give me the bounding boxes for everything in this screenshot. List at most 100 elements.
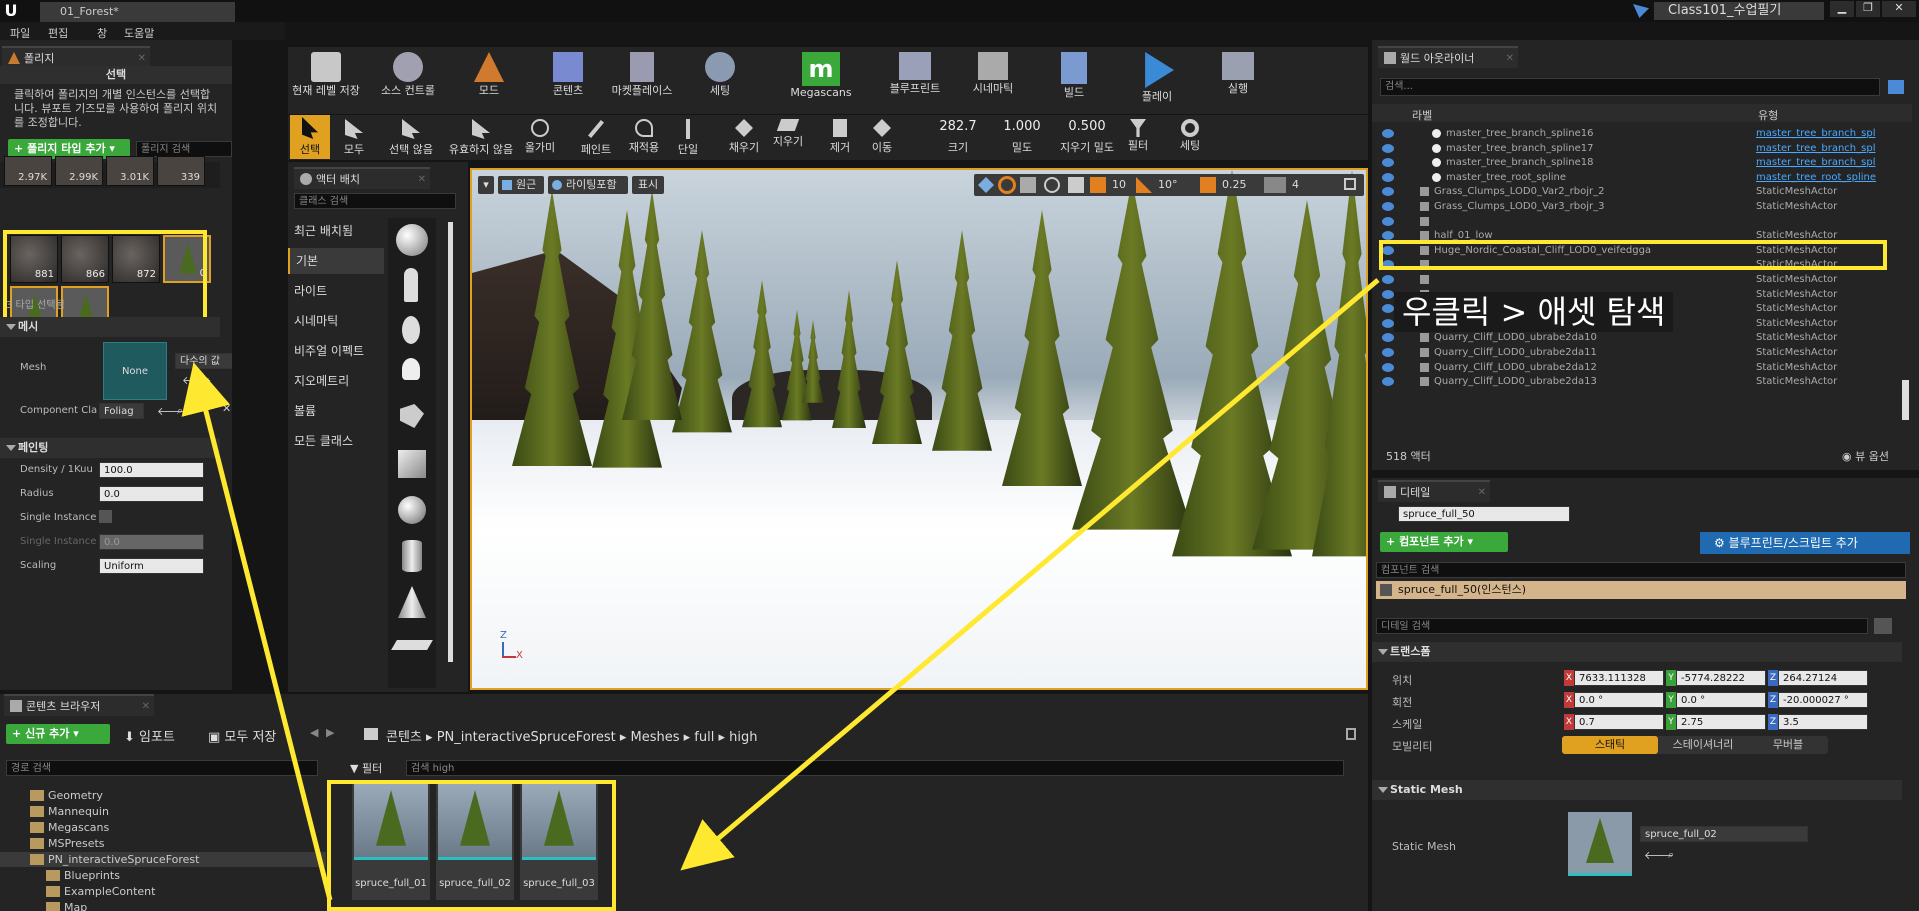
sphere-geometry-icon[interactable]	[398, 496, 426, 524]
component-item[interactable]: spruce_full_50(인스턴스)	[1376, 581, 1906, 599]
tool-filter[interactable]: 필터	[1116, 119, 1160, 153]
foliage-type-tile[interactable]: 339	[157, 156, 205, 186]
details-search-input[interactable]: 디테일 검색	[1376, 618, 1868, 634]
camera-speed-value[interactable]: 4	[1292, 178, 1299, 191]
place-category-item[interactable]: 볼륨	[288, 398, 384, 424]
tool-select[interactable]: 선택	[290, 115, 330, 159]
breadcrumb-item[interactable]: high	[729, 730, 757, 745]
breadcrumb-separator-icon[interactable]: ▸	[422, 730, 437, 745]
scale-value[interactable]: 0.25	[1222, 178, 1247, 191]
cube-icon[interactable]	[398, 450, 426, 478]
visibility-eye-icon[interactable]	[1382, 304, 1394, 314]
toolbar-play[interactable]: 플레이	[1124, 52, 1190, 104]
visibility-eye-icon[interactable]	[1382, 216, 1394, 226]
foliage-type-tile[interactable]: 2.99K	[55, 156, 103, 186]
surface-snap-icon[interactable]	[1068, 177, 1084, 193]
folder-item[interactable]: Blueprints	[0, 868, 326, 883]
col-label[interactable]: 라벨	[1412, 107, 1432, 123]
location-y-field[interactable]: -5774.28222	[1676, 670, 1766, 686]
tool-fill[interactable]: 채우기	[722, 117, 766, 155]
mesh-thumbnail[interactable]: None	[103, 342, 167, 400]
toolbar-settings[interactable]: 세팅	[690, 52, 750, 98]
col-type[interactable]: 유형	[1758, 107, 1778, 123]
plane-icon[interactable]	[391, 640, 433, 650]
outliner-search-input[interactable]: 검색...	[1380, 78, 1880, 96]
toolbar-save[interactable]: 현재 레벨 저장	[288, 52, 364, 98]
lighting-button[interactable]: 라이팅포함	[548, 176, 628, 194]
tool-all[interactable]: 모두	[334, 117, 374, 157]
sphere-icon[interactable]	[396, 224, 428, 256]
tool-move[interactable]: 이동	[860, 117, 904, 155]
breadcrumb-separator-icon[interactable]: ▸	[616, 730, 631, 745]
close-icon[interactable]: ✕	[1478, 482, 1486, 504]
tab-content-browser[interactable]: 콘텐츠 브라우저 ✕	[4, 694, 154, 716]
tab-details[interactable]: 디테일 ✕	[1378, 480, 1490, 502]
search-icon[interactable]: ⌕	[204, 373, 210, 387]
place-category-item[interactable]: 지오메트리	[288, 368, 384, 394]
filter-button[interactable]: ▼ 필터	[350, 760, 382, 776]
tool-paint[interactable]: 페인트	[574, 117, 618, 157]
static-mesh-dropdown[interactable]: spruce_full_02	[1640, 826, 1808, 842]
outliner-row-type[interactable]: master_tree_root_spline	[1756, 170, 1876, 185]
toolbar-launch[interactable]: 실행	[1208, 52, 1268, 96]
scale-icon[interactable]	[1020, 177, 1036, 193]
close-icon[interactable]: ✕	[142, 696, 150, 718]
outliner-row[interactable]: master_tree_root_spline master_tree_root_…	[1372, 170, 1902, 185]
perspective-button[interactable]: 원근	[498, 176, 544, 194]
toolbar-megascans[interactable]: m Megascans	[786, 52, 856, 99]
scale-y-field[interactable]: 2.75	[1676, 714, 1766, 730]
maximize-button[interactable]: ❐	[1856, 1, 1880, 17]
folder-item[interactable]: Mannequin	[0, 804, 326, 819]
location-x-field[interactable]: 7633.111328	[1574, 670, 1664, 686]
visibility-eye-icon[interactable]	[1382, 275, 1394, 284]
path-search-input[interactable]: 경로 검색	[6, 760, 318, 776]
tool-deselect[interactable]: 선택 않음	[380, 117, 442, 157]
breadcrumb-separator-icon[interactable]: ▸	[679, 730, 694, 745]
search-icon[interactable]: ⌕	[177, 404, 183, 418]
visibility-eye-icon[interactable]	[1382, 333, 1394, 343]
outliner-scrollbar[interactable]	[1902, 380, 1909, 420]
scale-z-field[interactable]: 3.5	[1778, 714, 1868, 730]
asset-search-input[interactable]: 검색 high	[406, 760, 1344, 776]
single-instance-checkbox[interactable]	[99, 510, 112, 523]
cylinder-icon[interactable]	[402, 540, 422, 572]
foliage-type-tile[interactable]: 3.01K	[106, 156, 154, 186]
toolbar-content[interactable]: 콘텐츠	[538, 52, 598, 98]
outliner-row-type[interactable]: master_tree_branch_spl	[1756, 155, 1875, 170]
close-window-button[interactable]: ✕	[1882, 1, 1916, 17]
tool-lasso[interactable]: 올가미	[516, 117, 564, 155]
cone-icon[interactable]	[398, 586, 426, 618]
tool-settings[interactable]: 세팅	[1168, 119, 1212, 153]
outliner-row[interactable]: Quarry_Cliff_LOD0_ubrabe2da12 StaticMeshA…	[1372, 360, 1902, 375]
show-button[interactable]: 표시	[632, 176, 664, 194]
add-new-button[interactable]: + 신규 추가 ▾	[6, 724, 110, 744]
maximize-viewport-icon[interactable]	[1344, 178, 1356, 190]
folder-item[interactable]: Geometry	[0, 788, 326, 803]
visibility-eye-icon[interactable]	[1382, 143, 1394, 153]
toolbar-source-control[interactable]: 소스 컨트롤	[370, 52, 446, 98]
nav-forward-icon[interactable]: ▶	[326, 726, 334, 739]
folder-item[interactable]: ExampleContent	[0, 884, 326, 899]
tool-remove[interactable]: 제거	[818, 117, 862, 155]
class-search-input[interactable]: 클래스 검색	[294, 193, 456, 209]
close-icon[interactable]: ✕	[222, 402, 231, 415]
rotation-value[interactable]: 10°	[1158, 178, 1178, 191]
tool-invalid[interactable]: 유효하지 않음	[446, 117, 516, 157]
grid-snap-icon[interactable]	[1090, 177, 1106, 193]
place-category-item[interactable]: 시네마틱	[288, 308, 384, 334]
scale-x-field[interactable]: 0.7	[1574, 714, 1664, 730]
level-tab[interactable]: 01_Forest*	[40, 2, 235, 22]
camera-speed-icon[interactable]	[1264, 177, 1286, 193]
brush-erase-density[interactable]: 0.500 지우기 밀도	[1052, 119, 1122, 155]
visibility-eye-icon[interactable]	[1382, 348, 1394, 357]
view-options-button[interactable]: ◉ 뷰 옵션	[1842, 448, 1889, 464]
rotation-x-field[interactable]: 0.0 °	[1574, 692, 1664, 708]
import-button[interactable]: ⬇ 임포트	[124, 726, 175, 745]
nav-back-icon[interactable]: ◀	[310, 726, 318, 739]
add-blueprint-button[interactable]: ⚙ 블루프린트/스크립트 추가	[1700, 532, 1910, 554]
component-search-input[interactable]: 컴포넌트 검색	[1376, 562, 1906, 578]
outliner-row[interactable]: Grass_Clumps_LOD0_Var2_rbojr_2 StaticMesh…	[1372, 184, 1902, 199]
place-actors-scrollbar[interactable]	[448, 222, 453, 662]
breadcrumb-item[interactable]: full	[694, 730, 714, 745]
radius-field[interactable]: 0.0	[99, 486, 204, 502]
